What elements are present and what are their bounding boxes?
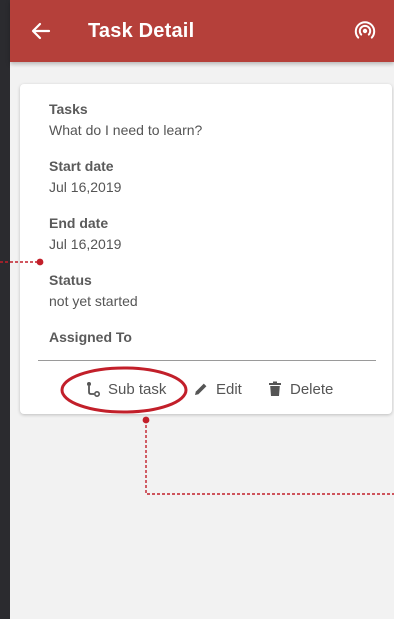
left-edge-strip — [0, 0, 10, 619]
divider — [38, 360, 376, 361]
field-label-status: Status — [49, 272, 92, 288]
action-bar: Sub task Edit Delete — [20, 374, 392, 404]
edit-button[interactable]: Edit — [192, 374, 242, 404]
field-label-assigned-to: Assigned To — [49, 329, 132, 345]
field-status: Status not yet started — [49, 272, 138, 309]
annotation-leader-subtask — [145, 420, 394, 495]
back-button[interactable] — [24, 14, 58, 48]
trash-icon — [266, 380, 284, 398]
field-label-end-date: End date — [49, 215, 109, 231]
broadcast-button[interactable] — [348, 14, 382, 48]
delete-label: Delete — [290, 380, 334, 398]
edit-label: Edit — [216, 380, 242, 398]
field-assigned-to: Assigned To — [49, 329, 132, 350]
field-value-tasks: What do I need to learn? — [49, 122, 203, 138]
subtask-button[interactable]: Sub task — [84, 374, 166, 404]
task-detail-card: Tasks What do I need to learn? Start dat… — [20, 84, 392, 414]
annotation-dot-subtask — [142, 416, 150, 424]
subtask-icon — [84, 380, 102, 398]
field-value-status: not yet started — [49, 293, 138, 309]
field-label-tasks: Tasks — [49, 101, 88, 117]
field-label-start-date: Start date — [49, 158, 114, 174]
page-title: Task Detail — [88, 19, 195, 42]
arrow-left-icon — [31, 22, 51, 40]
field-start-date: Start date Jul 16,2019 — [49, 158, 121, 195]
app-bar: Task Detail — [10, 0, 394, 62]
field-tasks: Tasks What do I need to learn? — [49, 101, 202, 138]
field-value-end-date: Jul 16,2019 — [49, 236, 122, 252]
field-value-start-date: Jul 16,2019 — [49, 179, 122, 195]
delete-button[interactable]: Delete — [266, 374, 333, 404]
broadcast-icon — [354, 21, 376, 39]
field-end-date: End date Jul 16,2019 — [49, 215, 121, 252]
subtask-label: Sub task — [108, 380, 167, 398]
pencil-icon — [192, 380, 210, 398]
